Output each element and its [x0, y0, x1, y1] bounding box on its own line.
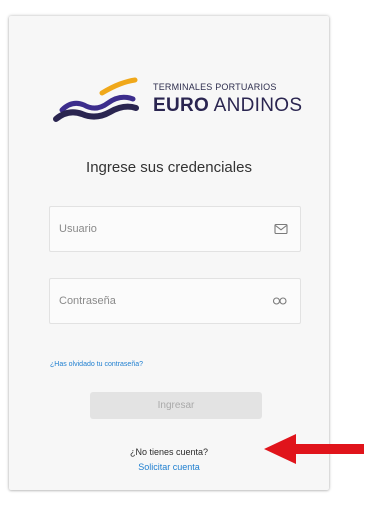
username-field [49, 206, 301, 252]
company-logo: TERMINALES PORTUARIOS EURO ANDINOS [40, 73, 310, 135]
logo-tagline: TERMINALES PORTUARIOS [153, 82, 277, 92]
logo-name: EURO ANDINOS [153, 95, 302, 117]
username-input[interactable] [59, 207, 259, 251]
form-heading: Ingrese sus credenciales [86, 159, 252, 176]
mail-icon [274, 223, 288, 235]
arrow-left-icon [264, 434, 364, 464]
login-button[interactable]: Ingresar [90, 392, 262, 419]
key-icon[interactable] [272, 295, 288, 307]
logo-name-rest: ANDINOS [213, 95, 303, 116]
waves-logo-icon [53, 77, 139, 122]
login-card: TERMINALES PORTUARIOS EURO ANDINOS Ingre… [9, 16, 329, 490]
request-account-link[interactable]: Solicitar cuenta [138, 462, 200, 472]
forgot-password-link[interactable]: ¿Has olvidado tu contraseña? [50, 361, 143, 368]
password-input[interactable] [59, 279, 259, 323]
logo-name-bold: EURO [153, 95, 210, 116]
password-field [49, 278, 301, 324]
